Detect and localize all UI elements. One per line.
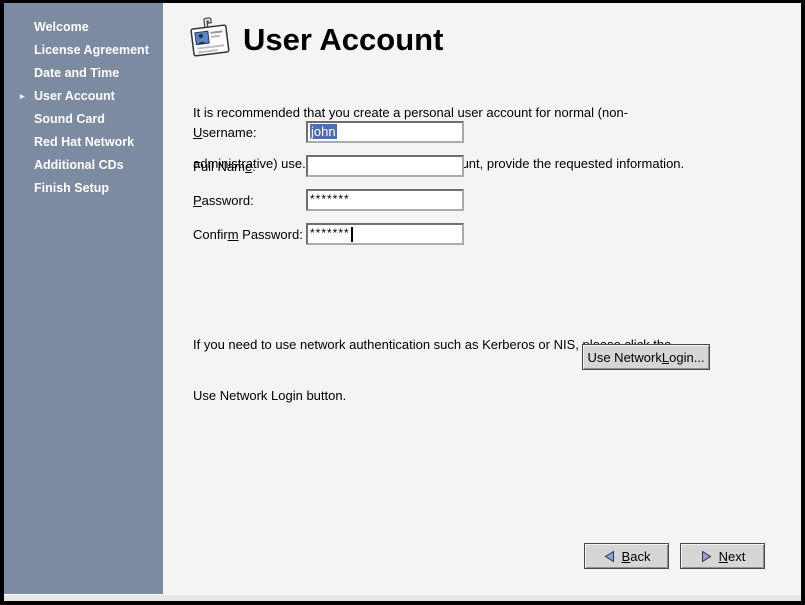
sidebar-item-label: Welcome <box>34 20 89 34</box>
password-row: Password: ******* <box>193 183 464 217</box>
sidebar-item-red-hat-network: Red Hat Network <box>4 131 163 154</box>
text-cursor <box>351 227 353 242</box>
selected-text: john <box>310 124 337 139</box>
sidebar-item-finish-setup: Finish Setup <box>4 177 163 200</box>
sidebar-item-sound-card: Sound Card <box>4 108 163 131</box>
sidebar-item-label: License Agreement <box>34 43 149 57</box>
password-label: Password: <box>193 193 306 208</box>
back-arrow-icon <box>603 550 616 563</box>
page-content: User Account It is recommended that you … <box>163 3 801 594</box>
username-input[interactable]: john <box>306 121 464 143</box>
next-arrow-icon <box>700 550 713 563</box>
password-input[interactable]: ******* <box>306 189 464 211</box>
username-label: Username: <box>193 125 306 140</box>
full-name-row: Full Name: <box>193 149 464 183</box>
use-network-login-button[interactable]: Use Network Login... <box>582 344 710 370</box>
full-name-input[interactable] <box>306 155 464 177</box>
wizard-nav-buttons: Back Next <box>584 543 765 569</box>
id-badge-icon <box>187 15 233 65</box>
sidebar-item-label: User Account <box>34 89 115 103</box>
username-row: Username: john <box>193 115 464 149</box>
wizard-steps-sidebar: Welcome License Agreement Date and Time … <box>4 3 163 594</box>
current-step-arrow-icon: ▸ <box>20 85 25 108</box>
next-button[interactable]: Next <box>680 543 765 569</box>
next-button-label: Next <box>719 549 746 564</box>
confirm-password-label: Confirm Password: <box>193 227 306 242</box>
sidebar-item-label: Finish Setup <box>34 181 109 195</box>
network-auth-note: If you need to use network authenticatio… <box>193 302 671 438</box>
firstboot-window: Welcome License Agreement Date and Time … <box>0 0 805 605</box>
sidebar-item-label: Red Hat Network <box>34 135 134 149</box>
confirm-password-input[interactable]: ******* <box>306 223 464 245</box>
sidebar-item-license-agreement: License Agreement <box>4 39 163 62</box>
sidebar-item-label: Date and Time <box>34 66 119 80</box>
sidebar-item-label: Additional CDs <box>34 158 124 172</box>
sidebar-item-user-account: ▸ User Account <box>4 85 163 108</box>
page-header: User Account <box>187 15 443 65</box>
back-button-label: Back <box>622 549 651 564</box>
full-name-label: Full Name: <box>193 159 306 174</box>
sidebar-item-label: Sound Card <box>34 112 105 126</box>
sidebar-item-date-and-time: Date and Time <box>4 62 163 85</box>
network-note-line: Use Network Login button. <box>193 387 671 404</box>
window-bottom-edge <box>4 594 801 601</box>
page-title: User Account <box>243 22 443 58</box>
sidebar-item-additional-cds: Additional CDs <box>4 154 163 177</box>
confirm-password-row: Confirm Password: ******* <box>193 217 464 251</box>
sidebar-item-welcome: Welcome <box>4 16 163 39</box>
user-account-form: Username: john Full Name: Password: <box>193 115 464 251</box>
back-button[interactable]: Back <box>584 543 669 569</box>
